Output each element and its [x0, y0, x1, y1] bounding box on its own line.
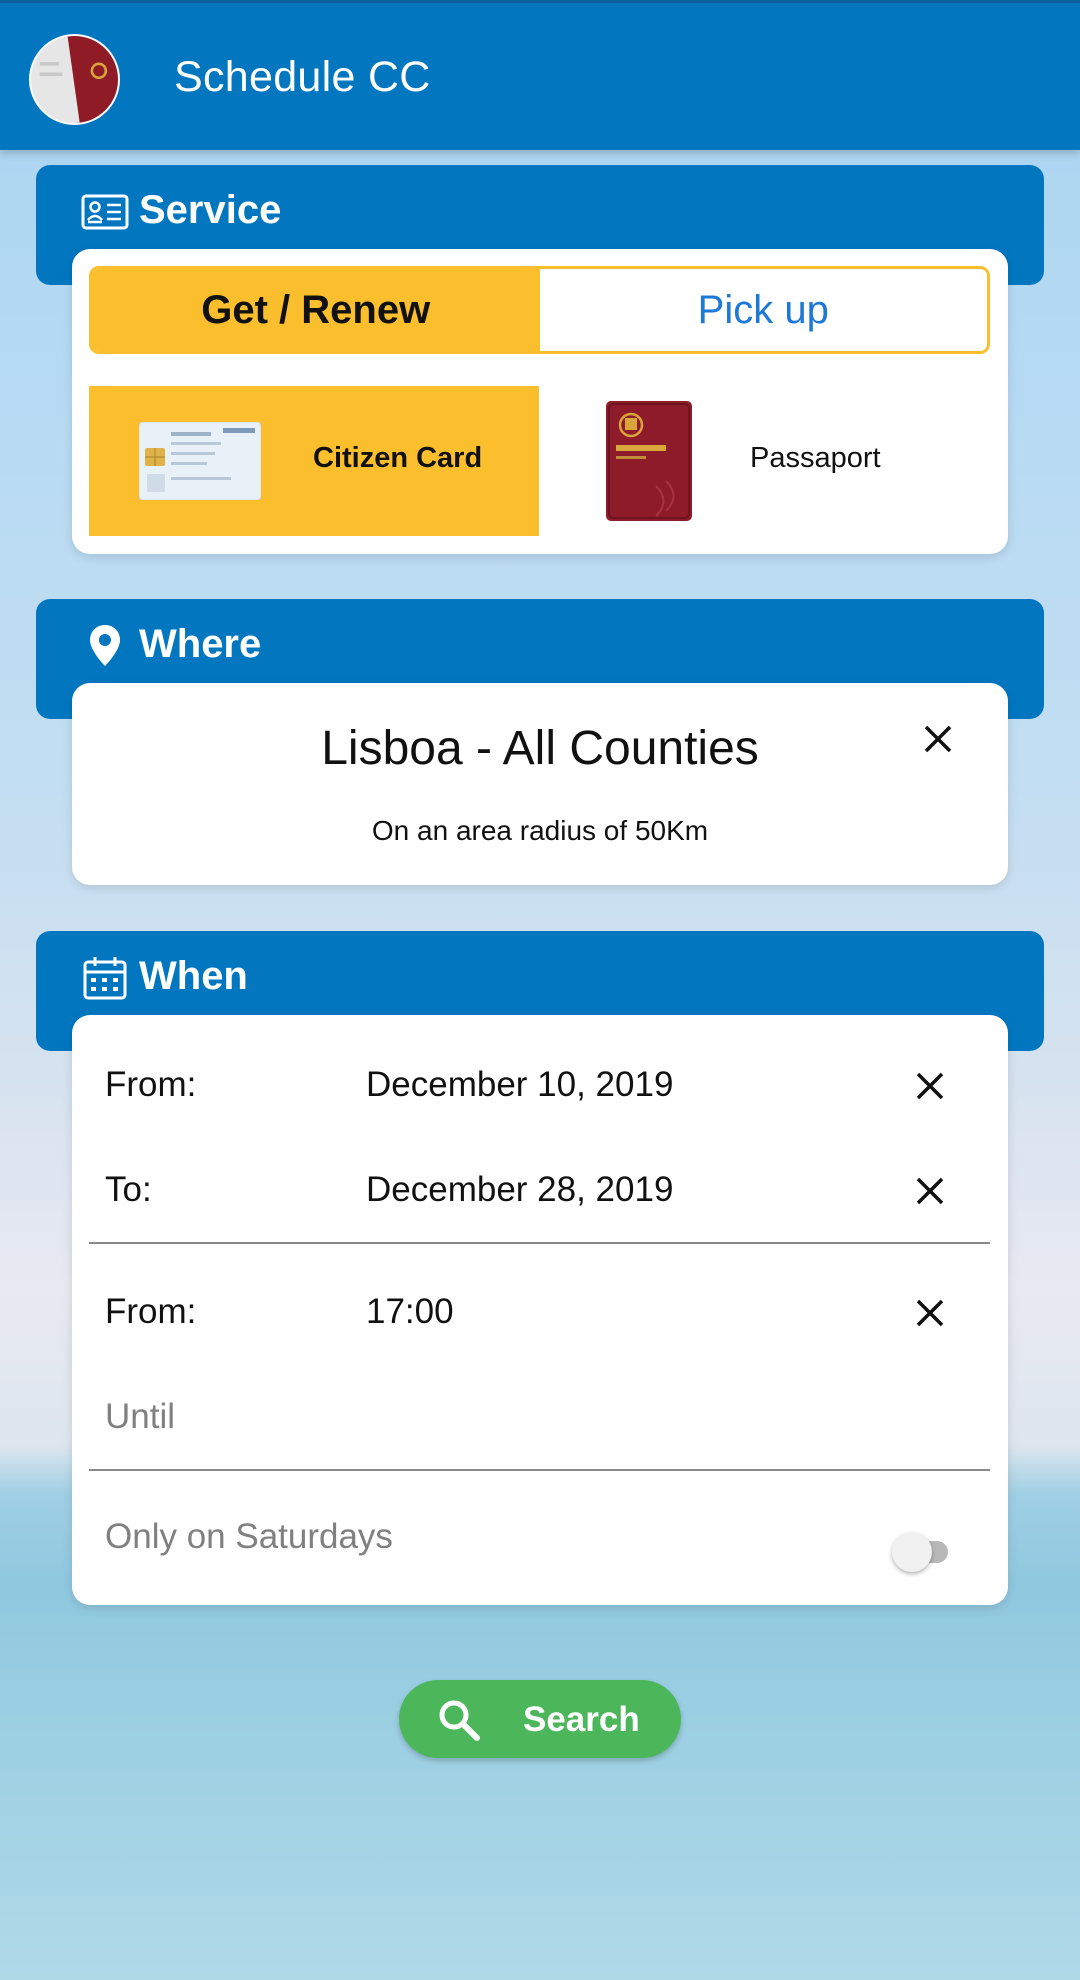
time-from-value[interactable]: 17:00: [366, 1292, 454, 1332]
where-card[interactable]: Lisboa - All Counties On an area radius …: [72, 683, 1008, 885]
service-title: Service: [139, 188, 282, 232]
clear-date-to-icon[interactable]: [912, 1173, 948, 1209]
date-from-value[interactable]: December 10, 2019: [366, 1065, 673, 1105]
passport-image-icon: [606, 401, 692, 521]
toggle-thumb: [892, 1532, 932, 1572]
location-name: Lisboa - All Counties: [321, 722, 759, 775]
document-label-citizen-card: Citizen Card: [313, 442, 483, 474]
clear-time-from-icon[interactable]: [912, 1295, 948, 1331]
search-icon: [439, 1700, 480, 1741]
saturdays-label: Only on Saturdays: [105, 1517, 393, 1556]
search-button[interactable]: Search: [399, 1680, 681, 1758]
time-from-label: From:: [105, 1292, 197, 1331]
when-title: When: [139, 954, 248, 998]
document-label-passport: Passaport: [750, 442, 881, 474]
document-option-citizen-card[interactable]: Citizen Card: [89, 386, 539, 536]
date-time-divider: [89, 1242, 990, 1244]
calendar-icon: [83, 957, 127, 1000]
date-to-value[interactable]: December 28, 2019: [366, 1170, 673, 1210]
clear-date-from-icon[interactable]: [912, 1068, 948, 1104]
app-logo: [29, 34, 120, 125]
location-radius: On an area radius of 50Km: [371, 815, 709, 846]
where-title: Where: [139, 622, 262, 666]
search-button-label: Search: [523, 1700, 640, 1739]
time-saturday-divider: [89, 1469, 990, 1471]
date-from-label: From:: [105, 1065, 197, 1104]
location-pin-icon: [90, 625, 120, 666]
when-card: From: December 10, 2019 To: December 28,…: [72, 1015, 1008, 1605]
clear-location-icon[interactable]: [920, 721, 956, 757]
date-to-label: To:: [105, 1170, 152, 1209]
tab-pick-up[interactable]: Pick up: [539, 269, 987, 351]
passport-logo-icon: [31, 36, 118, 123]
id-card-icon: [81, 194, 129, 230]
time-until-field[interactable]: Until: [105, 1397, 175, 1437]
app-title: Schedule CC: [174, 53, 431, 101]
service-card: Get / Renew Pick up Citizen Card Passapo…: [72, 249, 1008, 554]
tab-get-renew[interactable]: Get / Renew: [92, 269, 540, 351]
app-bar: Schedule CC: [0, 0, 1080, 150]
service-type-selector: Get / Renew Pick up: [89, 266, 990, 354]
document-option-passport[interactable]: Passaport: [539, 386, 989, 536]
saturdays-toggle[interactable]: [892, 1532, 952, 1572]
citizen-card-image-icon: [139, 422, 261, 500]
